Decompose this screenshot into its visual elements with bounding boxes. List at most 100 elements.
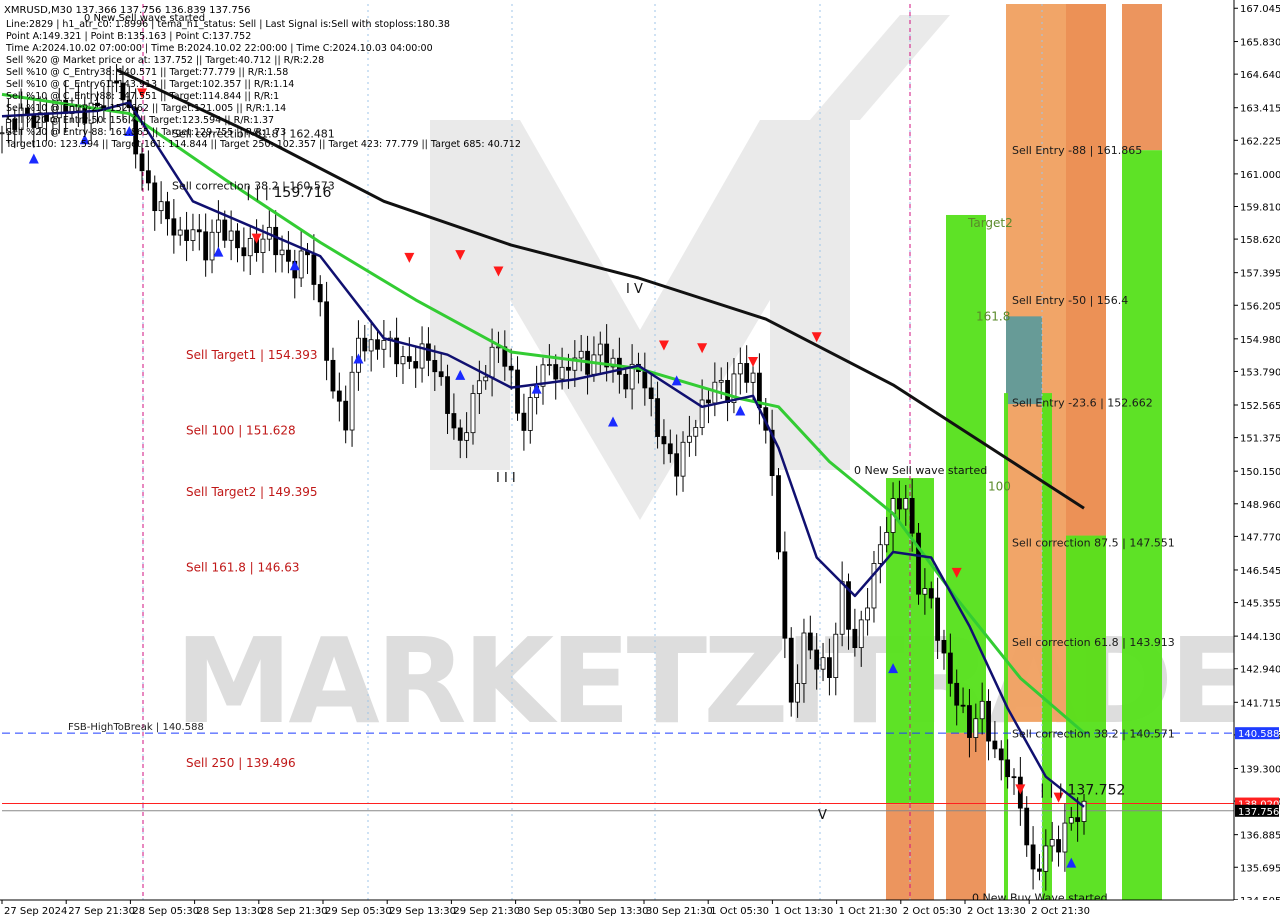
candle-body	[820, 657, 826, 670]
candle-body	[795, 683, 800, 703]
candle-body	[432, 359, 438, 373]
candle-body	[916, 532, 921, 595]
candle-body	[311, 254, 317, 285]
zone-entry-label: Sell Entry -88 | 161.865	[1012, 144, 1142, 157]
zone-green-col2	[1066, 535, 1106, 900]
time-tick-label: 30 Sep 21:30	[646, 906, 713, 917]
candle-body	[438, 371, 444, 378]
price-tick-label: 158.620	[1240, 235, 1280, 246]
time-tick-label: 28 Sep 21:30	[261, 906, 328, 917]
price-tick-label: 150.150	[1240, 467, 1280, 478]
candle-body	[693, 427, 699, 437]
candle-body	[566, 366, 571, 371]
zone-entry-label: Sell correction 61.8 | 143.913	[1012, 636, 1175, 649]
candle-body	[597, 343, 603, 356]
candle-body	[807, 632, 813, 651]
price-tick-label: 139.300	[1240, 764, 1280, 775]
candle-body	[986, 700, 991, 742]
candle-body	[171, 218, 177, 236]
candle-body	[674, 453, 680, 477]
candle-body	[273, 226, 279, 256]
candle-body	[642, 371, 648, 389]
candle-body	[508, 365, 514, 371]
chart-annotation: Sell correction 38.2 | 160.573	[172, 180, 335, 193]
header-info-line: Time A:2024.10.02 07:00:00 | Time B:2024…	[5, 43, 433, 54]
candle-body	[476, 380, 482, 394]
candle-body	[979, 700, 985, 720]
candle-body	[483, 376, 489, 382]
header-info-line: Sell %10 @ C_Entry38: 140.571 || Target:…	[6, 67, 288, 78]
zone-entry-label: Sell Entry -23.6 | 152.662	[1012, 396, 1153, 409]
price-tick-label: 159.810	[1240, 202, 1280, 213]
candle-body	[865, 607, 870, 621]
candle-body	[177, 229, 183, 236]
candle-body	[527, 397, 533, 431]
candle-body	[578, 350, 584, 359]
candle-body	[935, 597, 941, 641]
sell-target-label: Sell 250 | 139.496	[186, 756, 296, 770]
price-tick-label: 161.000	[1240, 170, 1280, 181]
price-tick-label: 145.355	[1240, 599, 1280, 610]
time-tick-label: 29 Sep 21:30	[453, 906, 520, 917]
price-tick-label: 148.960	[1240, 500, 1280, 511]
time-tick-label: 27 Sep 21:30	[68, 906, 135, 917]
candle-body	[184, 229, 189, 241]
time-tick-label: 27 Sep 2024	[4, 906, 67, 917]
candle-body	[139, 153, 145, 172]
candle-body	[839, 581, 845, 635]
candle-body	[559, 366, 565, 380]
candle-body	[737, 363, 743, 375]
candle-body	[1062, 822, 1068, 853]
candle-body	[591, 354, 597, 375]
candle-body	[515, 369, 520, 414]
candle-body	[623, 373, 629, 390]
price-tag-label: 137.756	[1238, 807, 1279, 818]
candle-body	[196, 229, 202, 233]
price-tick-label: 163.415	[1240, 104, 1280, 115]
price-tick-label: 167.045	[1240, 4, 1280, 15]
candle-body	[165, 201, 170, 220]
time-tick-label: 29 Sep 05:30	[325, 906, 392, 917]
time-tick-label: 1 Oct 13:30	[774, 906, 833, 917]
price-tick-label: 156.205	[1240, 301, 1280, 312]
candle-body	[400, 356, 406, 365]
price-tick-label: 162.225	[1240, 136, 1280, 147]
candle-body	[782, 551, 788, 639]
price-tick-label: 154.980	[1240, 335, 1280, 346]
candle-body	[941, 639, 947, 654]
candle-body	[699, 399, 705, 428]
chart-canvas: MARKETZITRADE FSB-HighToBreak | 140.588 …	[0, 0, 1280, 920]
candle-body	[973, 718, 979, 738]
candle-body	[286, 249, 291, 262]
candle-body	[1043, 845, 1049, 872]
time-tick-label: 1 Oct 05:30	[710, 906, 769, 917]
candle-body	[228, 230, 234, 241]
time-tick-label: 29 Sep 13:30	[389, 906, 456, 917]
candle-body	[947, 652, 953, 684]
candle-body	[922, 588, 928, 595]
candle-body	[413, 361, 419, 369]
price-tick-label: 164.640	[1240, 70, 1280, 81]
chart-annotation: | | | 137.752	[1040, 782, 1125, 798]
candle-body	[998, 748, 1004, 761]
candle-body	[489, 346, 495, 378]
header-info-line: Sell %20 @ Entry-88: 161.865 || Target:1…	[6, 127, 286, 138]
candle-body	[203, 231, 209, 261]
time-tick-label: 28 Sep 13:30	[197, 906, 264, 917]
price-tick-label: 141.715	[1240, 698, 1280, 709]
candle-body	[858, 619, 864, 649]
candle-body	[222, 219, 228, 241]
candle-body	[349, 371, 355, 431]
zone-orange-col1	[946, 732, 986, 900]
time-tick-label: 30 Sep 13:30	[582, 906, 649, 917]
candle-body	[1049, 839, 1055, 847]
sell-target-label: Sell Target2 | 149.395	[186, 485, 318, 499]
price-tag-label: 140.588	[1238, 729, 1279, 740]
price-tick-label: 151.375	[1240, 434, 1280, 445]
zone-entry-label: Sell correction 87.5 | 147.551	[1012, 536, 1175, 549]
candle-body	[1011, 776, 1017, 779]
candle-body	[260, 238, 266, 254]
sell-target-label: Sell 161.8 | 146.63	[186, 561, 300, 575]
candle-body	[706, 399, 711, 404]
candle-body	[903, 498, 909, 510]
